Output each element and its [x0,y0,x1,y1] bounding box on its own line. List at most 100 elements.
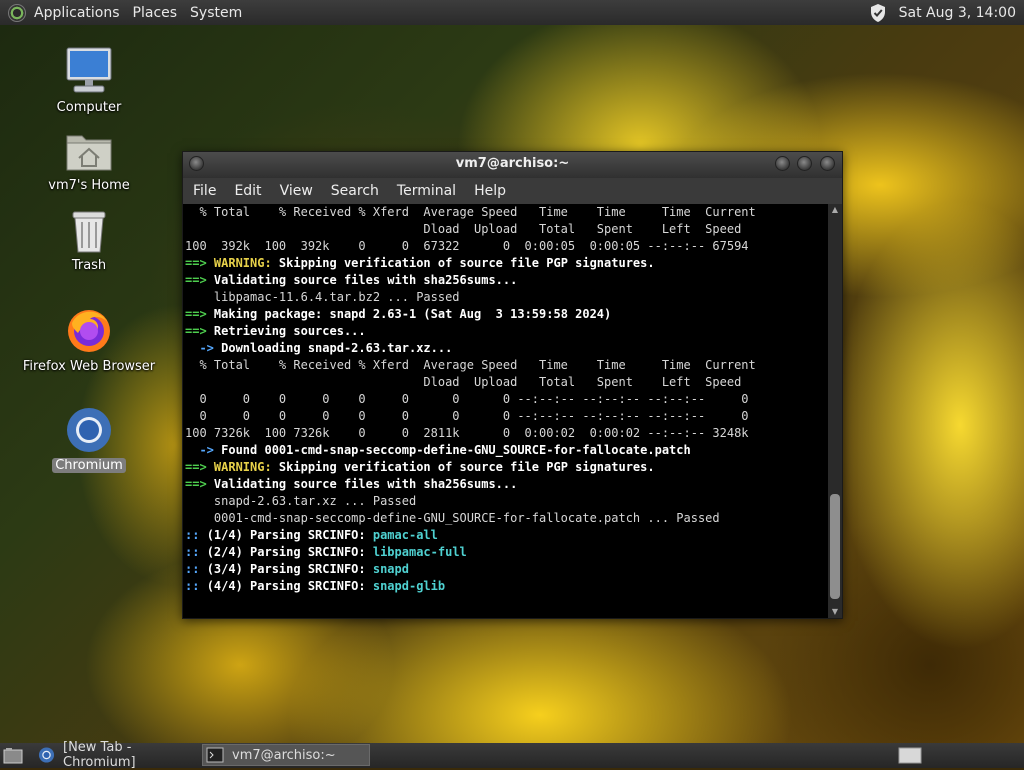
menu-places[interactable]: Places [129,5,187,21]
terminal-text: ==> [185,477,214,491]
terminal-text: 100 392k 100 392k 0 0 67322 0 0:00:05 0:… [185,239,749,253]
terminal-text: :: [185,562,207,576]
terminal-text: Making package: snapd 2.63-1 (Sat Aug 3 … [213,307,612,321]
desktop-icon-chromium[interactable]: Chromium [14,406,164,473]
terminal-text: Found 0001-cmd-snap-seccomp-define-GNU_S… [221,443,691,457]
terminal-text: ==> [185,273,214,287]
terminal-text: 0 0 0 0 0 0 0 0 --:--:-- --:--:-- --:--:… [185,409,749,423]
terminal-text: 0001-cmd-snap-seccomp-define-GNU_SOURCE-… [185,511,720,525]
panel-clock[interactable]: Sat Aug 3, 14:00 [899,5,1024,21]
terminal-text: (4/4) Parsing SRCINFO: [206,579,373,593]
taskbar-item-chromium[interactable]: [New Tab - Chromium] [34,740,200,770]
terminal-text: Skipping verification of source file PGP… [271,460,655,474]
terminal-line: :: (2/4) Parsing SRCINFO: libpamac-full [185,544,827,561]
terminal-text: Dload Upload Total Spent Left Speed [185,375,742,389]
maximize-button[interactable] [797,156,812,171]
menu-help[interactable]: Help [464,183,514,199]
terminal-text: snapd-glib [372,579,446,593]
shield-check-icon[interactable] [869,3,887,23]
terminal-line: 0001-cmd-snap-seccomp-define-GNU_SOURCE-… [185,510,827,527]
menu-view[interactable]: View [270,183,321,199]
top-panel: Applications Places System Sat Aug 3, 14… [0,0,1024,25]
computer-monitor-icon [66,47,112,93]
terminal-output[interactable]: % Total % Received % Xferd Average Speed… [183,204,827,618]
terminal-line: -> Downloading snapd-2.63.tar.xz... [185,340,827,357]
terminal-window[interactable]: vm7@archiso:~ File Edit View Search Term… [182,151,843,619]
menu-edit[interactable]: Edit [224,183,269,199]
terminal-line: libpamac-11.6.4.tar.bz2 ... Passed [185,289,827,306]
terminal-text: snapd [372,562,409,576]
taskbar-item-label: vm7@archiso:~ [232,747,336,763]
workspace-switcher-icon[interactable] [898,747,922,764]
bottom-panel: [New Tab - Chromium] vm7@archiso:~ [0,740,1024,770]
terminal-text: 0 0 0 0 0 0 0 0 --:--:-- --:--:-- --:--:… [185,392,749,406]
terminal-text: :: [185,545,207,559]
terminal-line: ==> WARNING: Skipping verification of so… [185,255,827,272]
terminal-text: pamac-all [372,528,438,542]
desktop-icon-label: Trash [71,258,107,273]
taskbar-item-label: [New Tab - Chromium] [63,740,136,770]
scrollbar-thumb[interactable] [830,494,840,599]
terminal-text: % Total % Received % Xferd Average Speed… [185,205,756,219]
desktop-icon-label: Computer [56,100,122,115]
terminal-line: 0 0 0 0 0 0 0 0 --:--:-- --:--:-- --:--:… [185,408,827,425]
close-button[interactable] [820,156,835,171]
terminal-text: :: [185,579,207,593]
menu-applications[interactable]: Applications [30,5,129,21]
firefox-icon [68,310,110,352]
terminal-scrollbar[interactable]: ▲ ▼ [828,204,842,618]
desktop-icon-home[interactable]: vm7's Home [14,128,164,193]
window-titlebar[interactable]: vm7@archiso:~ [183,152,842,178]
terminal-line: :: (1/4) Parsing SRCINFO: pamac-all [185,527,827,544]
terminal-line: 0 0 0 0 0 0 0 0 --:--:-- --:--:-- --:--:… [185,391,827,408]
terminal-line: Dload Upload Total Spent Left Speed [185,374,827,391]
minimize-button[interactable] [775,156,790,171]
window-title: vm7@archiso:~ [455,156,570,171]
terminal-line: :: (3/4) Parsing SRCINFO: snapd [185,561,827,578]
terminal-text: Dload Upload Total Spent Left Speed [185,222,742,236]
window-menu-button[interactable] [189,156,204,171]
terminal-text: Skipping verification of source file PGP… [271,256,655,270]
terminal-text: snapd-2.63.tar.xz ... Passed [185,494,417,508]
terminal-text: ==> [185,256,214,270]
menu-file[interactable]: File [183,183,224,199]
terminal-line: 100 392k 100 392k 0 0 67322 0 0:00:05 0:… [185,238,827,255]
terminal-text: Downloading snapd-2.63.tar.xz... [221,341,453,355]
terminal-text: ==> [185,460,214,474]
terminal-text: (1/4) Parsing SRCINFO: [206,528,373,542]
desktop-icon-label: vm7's Home [48,178,130,193]
terminal-line: ==> Making package: snapd 2.63-1 (Sat Au… [185,306,827,323]
terminal-text: WARNING: [213,256,272,270]
terminal-menubar: File Edit View Search Terminal Help [183,178,842,204]
desktop-icon-trash[interactable]: Trash [14,208,164,273]
terminal-text: :: [185,528,207,542]
terminal-line: -> Found 0001-cmd-snap-seccomp-define-GN… [185,442,827,459]
taskbar-item-terminal[interactable]: vm7@archiso:~ [202,744,370,766]
show-desktop-icon[interactable] [3,747,23,764]
terminal-text: Validating source files with sha256sums.… [213,273,518,287]
terminal-text: (3/4) Parsing SRCINFO: [206,562,373,576]
menu-system[interactable]: System [186,5,251,21]
menu-search[interactable]: Search [321,183,387,199]
scroll-down-icon[interactable]: ▼ [828,606,842,618]
terminal-text: Validating source files with sha256sums.… [213,477,518,491]
terminal-line: ==> Validating source files with sha256s… [185,272,827,289]
terminal-line: 100 7326k 100 7326k 0 0 2811k 0 0:00:02 … [185,425,827,442]
scroll-up-icon[interactable]: ▲ [828,204,842,216]
desktop-icon-computer[interactable]: Computer [14,46,164,115]
terminal-line: :: (4/4) Parsing SRCINFO: snapd-glib [185,578,827,595]
terminal-text: libpamac-full [372,545,467,559]
menu-terminal[interactable]: Terminal [387,183,464,199]
terminal-text: libpamac-11.6.4.tar.bz2 ... Passed [185,290,460,304]
terminal-text: ==> [185,307,214,321]
terminal-text: WARNING: [213,460,272,474]
desktop-icon-label: Chromium [52,458,126,473]
terminal-text: Retrieving sources... [213,324,366,338]
terminal-line: ==> WARNING: Skipping verification of so… [185,459,827,476]
terminal-line: % Total % Received % Xferd Average Speed… [185,204,827,221]
terminal-text: 100 7326k 100 7326k 0 0 2811k 0 0:00:02 … [185,426,749,440]
trash-icon [72,211,106,253]
terminal-line: % Total % Received % Xferd Average Speed… [185,357,827,374]
desktop-icon-firefox[interactable]: Firefox Web Browser [14,305,164,374]
distro-logo-icon[interactable] [8,3,26,22]
